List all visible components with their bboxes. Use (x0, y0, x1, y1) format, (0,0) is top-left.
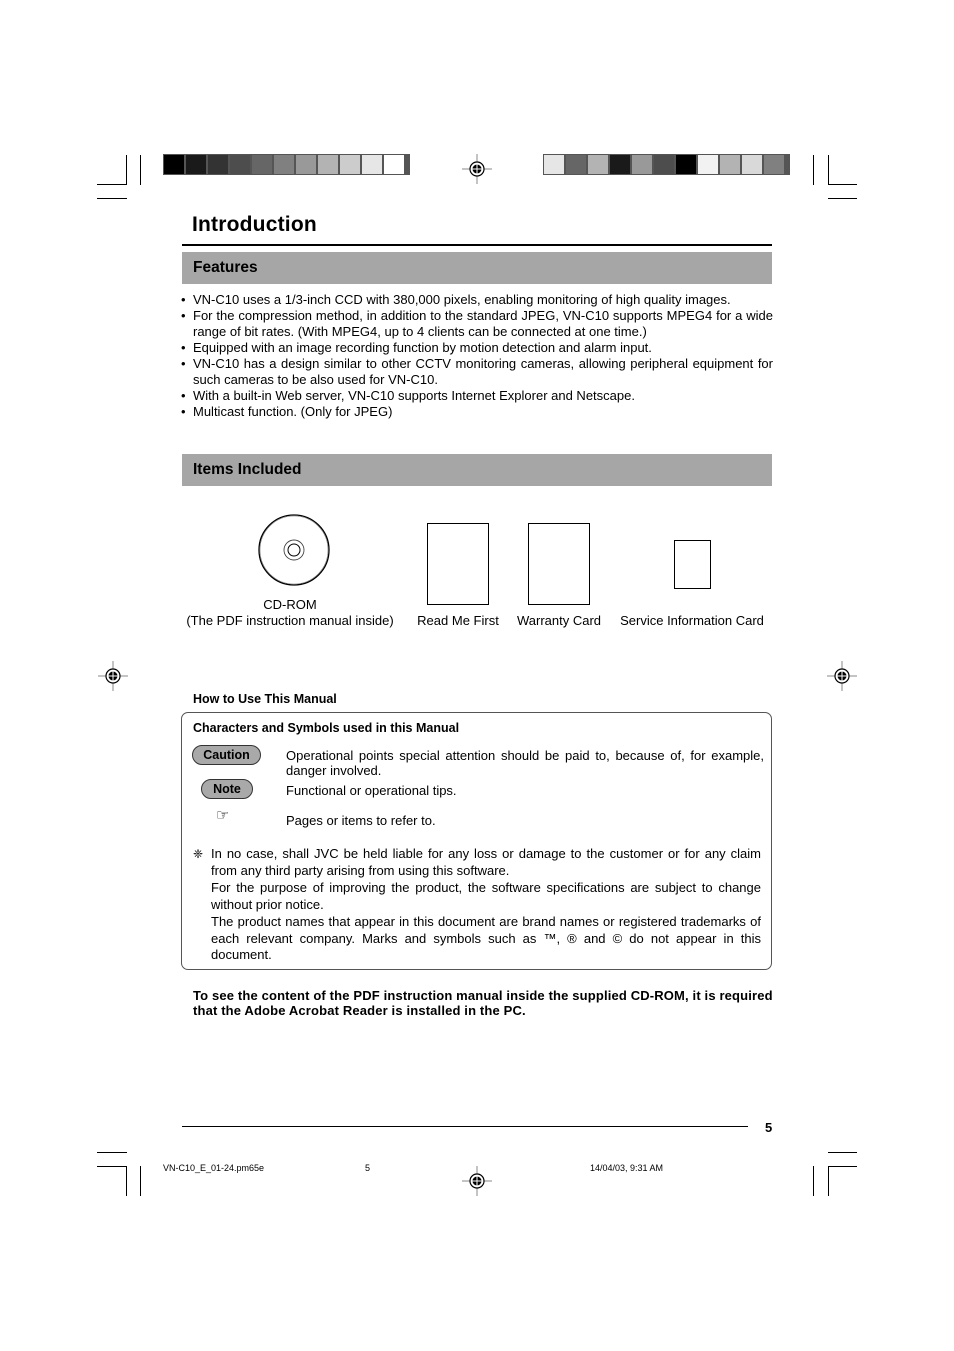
crop-mark (97, 1166, 127, 1167)
item-label-service-information-card: Service Information Card (620, 613, 764, 628)
page-number: 5 (765, 1120, 773, 1135)
service-information-card-icon (674, 540, 711, 589)
disclaimer-specifications: For the purpose of improving the product… (211, 880, 761, 912)
symbols-box-heading: Characters and Symbols used in this Manu… (193, 721, 460, 735)
color-swatch (632, 155, 652, 174)
item-label-cd-rom: CD-ROM (The PDF instruction manual insid… (180, 597, 400, 629)
pointing-hand-icon: ☞ (216, 806, 230, 824)
item-label-read-me-first: Read Me First (417, 613, 499, 628)
warranty-card-icon (528, 523, 590, 605)
crop-mark (140, 155, 141, 185)
acrobat-requirement-note: To see the content of the PDF instructio… (193, 988, 773, 1018)
feature-item: For the compression method, in addition … (181, 308, 773, 340)
asterisk-icon: ❈ (193, 847, 204, 861)
color-swatch (588, 155, 608, 174)
disclaimer-notes: ❈ In no case, shall JVC be held liable f… (193, 846, 761, 965)
slug-page-number: 5 (365, 1163, 371, 1173)
crop-mark (828, 184, 857, 185)
crop-mark (828, 1152, 857, 1153)
cd-rom-icon (258, 514, 330, 586)
color-swatch (610, 155, 630, 174)
feature-item: Equipped with an image recording functio… (181, 340, 773, 356)
color-swatch (296, 155, 316, 174)
disclaimer-trademarks: The product names that appear in this do… (211, 914, 761, 962)
color-swatch (230, 155, 250, 174)
color-calibration-bar-left (163, 154, 410, 175)
color-swatch (186, 155, 206, 174)
crop-mark (97, 198, 127, 199)
registration-mark-icon (462, 1166, 492, 1196)
color-swatch (384, 155, 404, 174)
crop-mark (828, 1166, 829, 1196)
color-swatch (164, 155, 184, 174)
note-description: Functional or operational tips. (286, 783, 457, 798)
registration-mark-icon (462, 154, 492, 184)
item-label-warranty-card: Warranty Card (516, 613, 602, 628)
color-swatch (252, 155, 272, 174)
crop-mark (97, 184, 127, 185)
cd-rom-sublabel: (The PDF instruction manual inside) (186, 613, 394, 628)
feature-item: With a built-in Web server, VN-C10 suppo… (181, 388, 773, 404)
color-swatch (720, 155, 740, 174)
crop-mark (813, 155, 814, 185)
color-swatch (676, 155, 696, 174)
registration-mark-icon (827, 661, 857, 691)
footer-rule (182, 1126, 748, 1127)
color-swatch (566, 155, 586, 174)
note-badge: Note (201, 779, 253, 799)
slug-file-name: VN-C10_E_01-24.pm65e (163, 1163, 265, 1173)
feature-item: VN-C10 uses a 1/3-inch CCD with 380,000 … (181, 292, 773, 308)
crop-mark (828, 198, 857, 199)
how-to-use-label: How to Use This Manual (193, 692, 337, 706)
disclaimer-liability: In no case, shall JVC be held liable for… (211, 846, 761, 878)
registration-mark-icon (98, 661, 128, 691)
color-swatch (274, 155, 294, 174)
refer-description: Pages or items to refer to. (286, 813, 436, 828)
color-swatch (698, 155, 718, 174)
color-swatch (318, 155, 338, 174)
caution-badge: Caution (192, 745, 261, 765)
color-swatch (654, 155, 674, 174)
color-swatch (362, 155, 382, 174)
color-swatch (764, 155, 784, 174)
caution-description: Operational points special attention sho… (286, 748, 764, 778)
page-title: Introduction (192, 213, 317, 236)
crop-mark (828, 155, 829, 185)
crop-mark (126, 1166, 127, 1196)
title-rule (182, 244, 772, 246)
feature-item: Multicast function. (Only for JPEG) (181, 404, 773, 420)
features-heading: Features (182, 252, 772, 284)
crop-mark (828, 1166, 857, 1167)
color-swatch (208, 155, 228, 174)
color-swatch (544, 155, 564, 174)
read-me-first-icon (427, 523, 489, 605)
items-included-heading: Items Included (182, 454, 772, 486)
crop-mark (126, 155, 127, 185)
feature-item: VN-C10 has a design similar to other CCT… (181, 356, 773, 388)
color-swatch (742, 155, 762, 174)
crop-mark (140, 1166, 141, 1196)
crop-mark (97, 1152, 127, 1153)
color-swatch (340, 155, 360, 174)
slug-date: 14/04/03, 9:31 AM (590, 1163, 664, 1173)
color-calibration-bar-right (543, 154, 790, 175)
crop-mark (813, 1166, 814, 1196)
cd-rom-label: CD-ROM (263, 597, 317, 612)
features-list: VN-C10 uses a 1/3-inch CCD with 380,000 … (181, 292, 773, 420)
